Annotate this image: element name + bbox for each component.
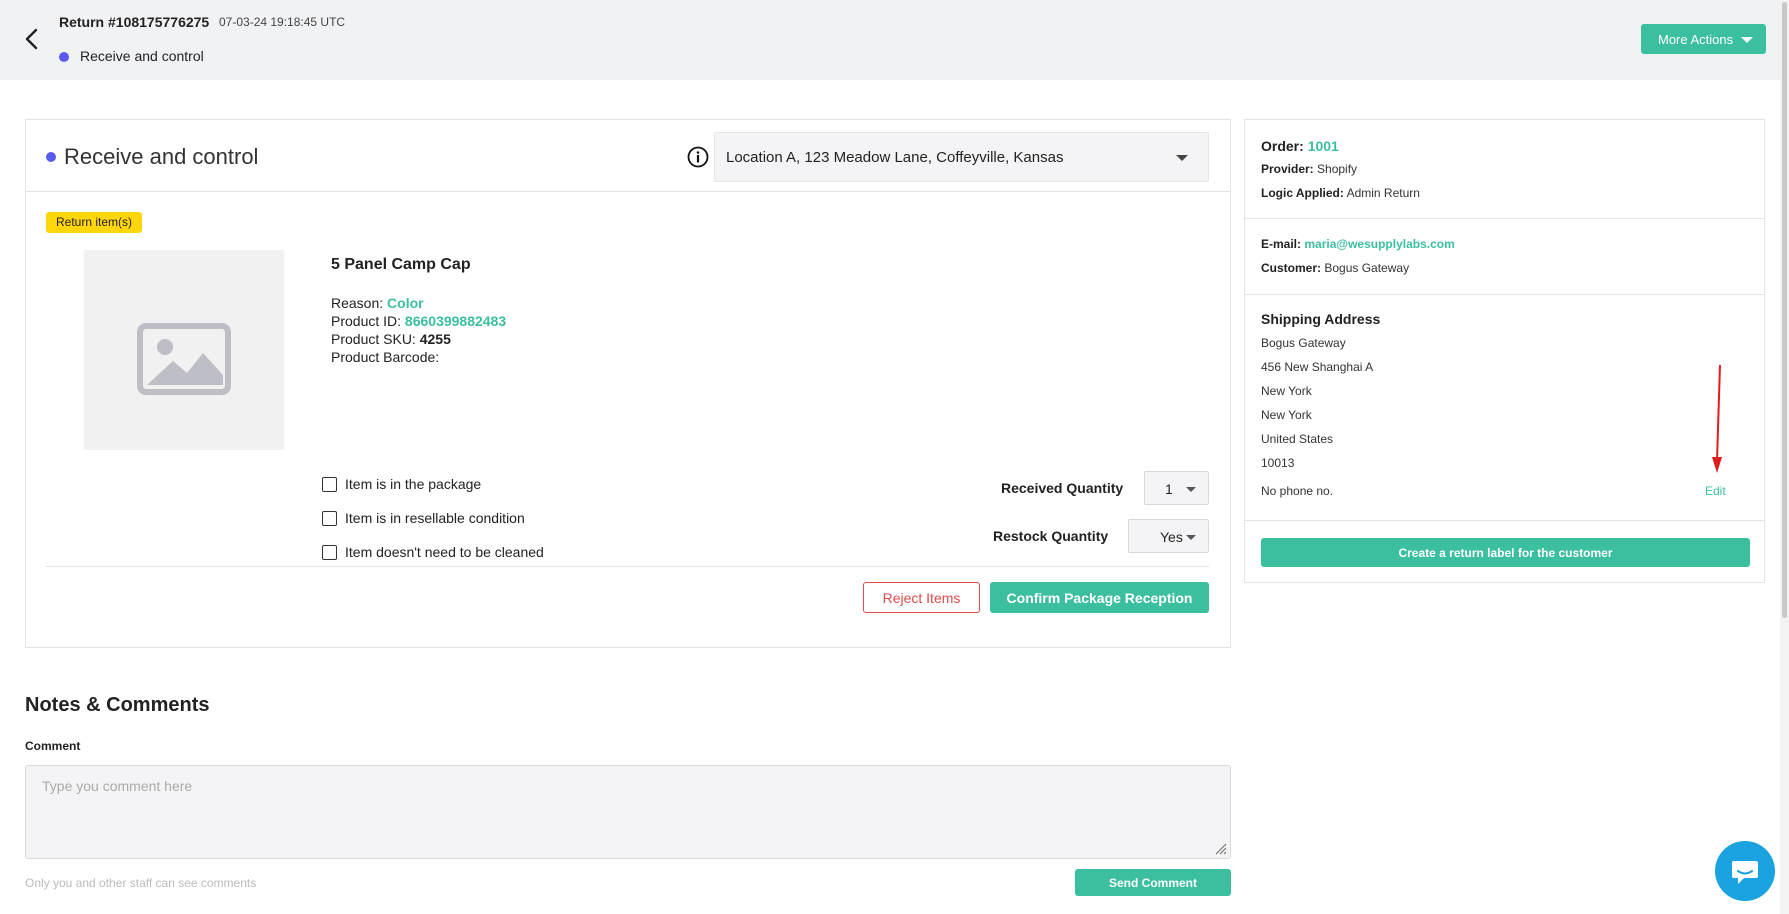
confirm-package-reception-button[interactable]: Confirm Package Reception: [990, 582, 1209, 613]
chat-launcher-button[interactable]: [1715, 841, 1775, 901]
caret-down-icon: [1186, 535, 1196, 540]
restock-quantity-label: Restock Quantity: [993, 528, 1109, 544]
status-dot: [59, 52, 69, 62]
location-value: Location A, 123 Meadow Lane, Coffeyville…: [726, 149, 1064, 166]
divider: [46, 566, 1209, 567]
order-details-card: Order: 1001 Provider: Shopify Logic Appl…: [1244, 119, 1765, 583]
address-line: New York: [1261, 384, 1312, 398]
product-sku: Product SKU: 4255: [331, 331, 451, 347]
phone-line: No phone no.: [1261, 484, 1334, 498]
receive-control-card: Receive and control Location A, 123 Mead…: [25, 119, 1231, 648]
info-icon[interactable]: [687, 146, 709, 168]
comment-textarea[interactable]: [25, 765, 1231, 859]
product-name: 5 Panel Camp Cap: [331, 256, 471, 273]
checkbox[interactable]: [322, 477, 337, 492]
comment-hint: Only you and other staff can see comment…: [25, 876, 257, 890]
status-dot: [46, 152, 56, 162]
address-line: 456 New Shanghai A: [1261, 360, 1374, 374]
order-line: Order: 1001: [1261, 138, 1339, 154]
chat-bubble-icon: [1732, 861, 1758, 884]
red-arrow-annotation: [1712, 364, 1722, 473]
order-link[interactable]: 1001: [1308, 138, 1339, 154]
more-actions-button[interactable]: More Actions: [1641, 24, 1766, 54]
image-placeholder-icon: [137, 323, 231, 395]
create-return-label-button[interactable]: Create a return label for the customer: [1261, 538, 1750, 567]
customer-section: [1245, 219, 1764, 295]
send-comment-button[interactable]: Send Comment: [1075, 869, 1231, 896]
address-line: United States: [1261, 432, 1334, 446]
customer-line: Customer: Bogus Gateway: [1261, 261, 1410, 275]
email-link[interactable]: maria@wesupplylabs.com: [1304, 237, 1454, 251]
more-actions-label: More Actions: [1658, 31, 1734, 47]
email-line: E-mail: maria@wesupplylabs.com: [1261, 237, 1455, 251]
received-quantity-select[interactable]: 1: [1144, 471, 1209, 505]
caret-down-icon: [1186, 487, 1196, 492]
received-quantity-label: Received Quantity: [1001, 480, 1124, 496]
page-header: Return #108175776275 07-03-24 19:18:45 U…: [0, 0, 1789, 80]
caret-down-icon: [1741, 37, 1753, 43]
scrollbar-thumb[interactable]: [1782, 2, 1787, 618]
page-title: Return #108175776275: [59, 14, 210, 30]
product-barcode: Product Barcode:: [331, 349, 440, 365]
restock-quantity-select[interactable]: Yes: [1128, 519, 1209, 553]
product-id-link[interactable]: 8660399882483: [405, 313, 506, 329]
caret-down-icon: [1176, 155, 1188, 161]
address-line: Bogus Gateway: [1261, 336, 1346, 350]
card-header: Receive and control Location A, 123 Mead…: [26, 120, 1230, 192]
return-timestamp: 07-03-24 19:18:45 UTC: [219, 15, 346, 29]
address-line: 10013: [1261, 456, 1295, 470]
card-title: Receive and control: [64, 144, 259, 169]
reject-items-button[interactable]: Reject Items: [863, 582, 980, 613]
return-items-badge: Return item(s): [46, 212, 143, 233]
notes-title: Notes & Comments: [25, 694, 210, 716]
back-arrow-icon[interactable]: [22, 26, 42, 52]
location-select[interactable]: Location A, 123 Meadow Lane, Coffeyville…: [714, 132, 1209, 182]
reason-link[interactable]: Color: [387, 295, 424, 311]
comment-label: Comment: [25, 739, 81, 753]
edit-address-link[interactable]: Edit: [1705, 484, 1726, 498]
shipping-address-title: Shipping Address: [1261, 311, 1381, 327]
product-image-placeholder: [84, 250, 284, 450]
product-reason: Reason: Color: [331, 295, 424, 311]
resize-handle-icon[interactable]: [1215, 843, 1227, 855]
address-line: New York: [1261, 408, 1312, 422]
status-text: Receive and control: [80, 48, 204, 64]
logic-line: Logic Applied: Admin Return: [1261, 186, 1420, 200]
provider-line: Provider: Shopify: [1261, 162, 1358, 176]
checkbox[interactable]: [322, 545, 337, 560]
checkbox[interactable]: [322, 511, 337, 526]
product-id: Product ID: 8660399882483: [331, 313, 507, 329]
